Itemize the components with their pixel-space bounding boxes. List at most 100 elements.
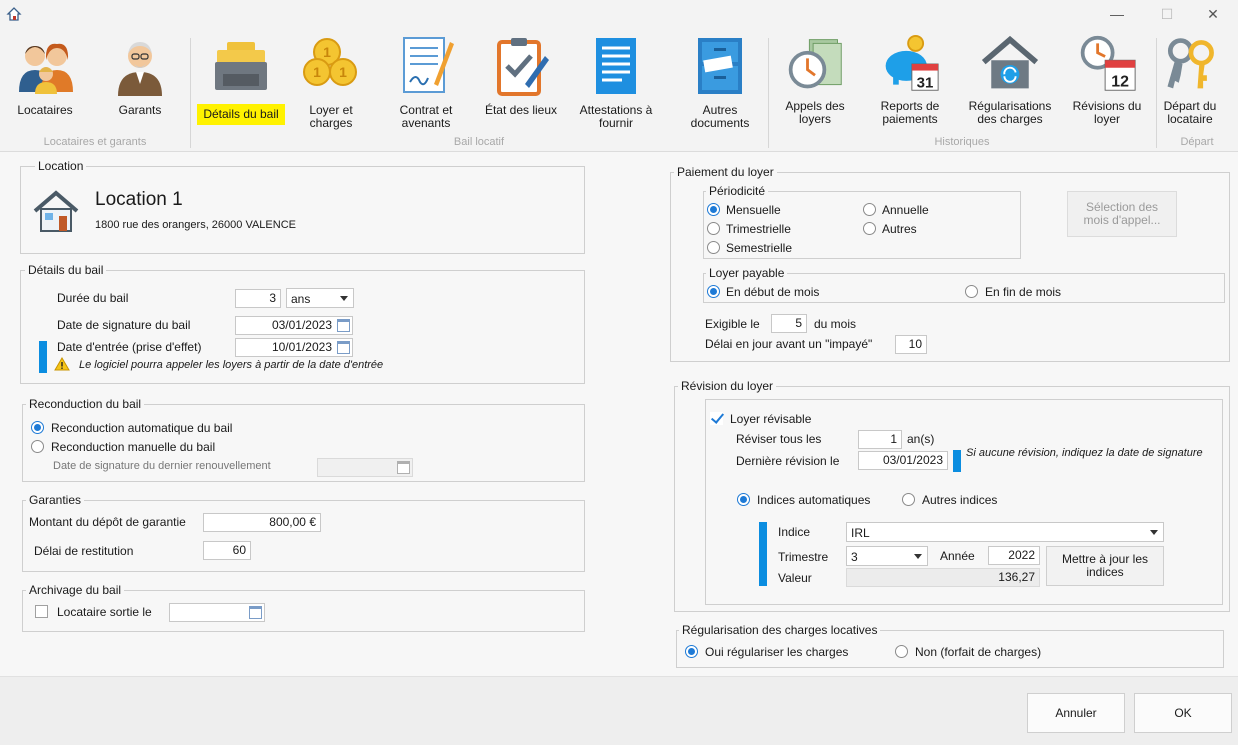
annuelle-radio[interactable] [863, 203, 876, 216]
indices-auto-label: Indices automatiques [757, 493, 871, 507]
ribbon-reports-paiements-button[interactable]: 31 Reports de paiements [874, 34, 946, 126]
debut-mois-radio[interactable] [707, 285, 720, 298]
last-renewal-input[interactable] [317, 458, 413, 477]
close-button[interactable]: ✕ [1190, 0, 1236, 28]
reviser-label: Réviser tous les [736, 432, 822, 446]
calendar-day-text: 31 [917, 74, 934, 91]
signature-date-input[interactable]: 03/01/2023 [235, 316, 353, 335]
ribbon-etat-lieux-label: État des lieux [484, 103, 558, 117]
mettre-a-jour-indices-button[interactable]: Mettre à jour les indices [1046, 546, 1164, 586]
calendar-icon[interactable] [337, 319, 350, 332]
chevron-down-icon [340, 296, 348, 301]
reviser-input[interactable]: 1 [858, 430, 902, 449]
revision-hint: Si aucune révision, indiquez la date de … [966, 447, 1203, 459]
location-address: 1800 rue des orangers, 26000 VALENCE [95, 219, 296, 231]
ribbon-autres-documents-label: Autres documents [690, 103, 750, 130]
cancel-button[interactable]: Annuler [1027, 693, 1125, 733]
info-bar [759, 522, 767, 586]
house-refresh-icon [981, 35, 1039, 89]
ok-button[interactable]: OK [1134, 693, 1232, 733]
archivage-group: Archivage du bail Locataire sortie le [22, 583, 585, 632]
calendar-icon[interactable] [249, 606, 262, 619]
trimestrielle-radio[interactable] [707, 222, 720, 235]
entree-date-value: 10/01/2023 [271, 340, 332, 354]
regulariser-non-radio[interactable] [895, 645, 908, 658]
clock-calendar-icon: 12 [1080, 35, 1136, 91]
indice-select[interactable]: IRL [846, 522, 1164, 542]
fin-mois-radio[interactable] [965, 285, 978, 298]
selection-mois-button[interactable]: Sélection des mois d'appel... [1067, 191, 1177, 237]
locataire-sortie-checkbox[interactable] [35, 605, 48, 618]
ribbon-appels-loyers-label: Appels des loyers [785, 99, 845, 126]
ribbon-etat-lieux-button[interactable]: État des lieux [482, 34, 560, 117]
indice-label: Indice [778, 525, 811, 539]
locataire-sortie-input[interactable] [169, 603, 265, 622]
ribbon-loyer-charges-button[interactable]: 1 1 1 Loyer et charges [298, 34, 364, 130]
coins-icon: 1 1 1 [303, 38, 357, 86]
svg-text:1: 1 [323, 44, 331, 60]
delai-impaye-input[interactable]: 10 [895, 335, 927, 354]
exigible-label: Exigible le [705, 317, 760, 331]
ribbon-revisions-loyer-button[interactable]: 12 Révisions du loyer [1068, 34, 1146, 126]
duree-unit-value: ans [291, 292, 311, 306]
valeur-label: Valeur [778, 571, 812, 585]
ribbon-contrat-button[interactable]: Contrat et avenants [392, 34, 460, 130]
ribbon-toolbar: Locataires Garants Détails du bail 1 1 1 [0, 28, 1238, 152]
mensuelle-radio[interactable] [707, 203, 720, 216]
ribbon-details-bail-button[interactable]: Détails du bail [190, 34, 292, 125]
locataire-sortie-label: Locataire sortie le [57, 605, 152, 619]
maximize-button[interactable]: ☐ [1144, 0, 1190, 28]
autres-periodicite-radio[interactable] [863, 222, 876, 235]
entree-date-input[interactable]: 10/01/2023 [235, 338, 353, 357]
semestrielle-radio[interactable] [707, 241, 720, 254]
periodicite-title: Périodicité [706, 184, 769, 198]
ribbon-attestations-label: Attestations à fournir [579, 103, 653, 130]
calendar-icon[interactable] [397, 461, 410, 474]
ribbon-attestations-button[interactable]: Attestations à fournir [574, 34, 658, 130]
duree-unit-select[interactable]: ans [286, 288, 354, 308]
footer-bar: Annuler OK [0, 676, 1238, 745]
ribbon-locataires-button[interactable]: Locataires [10, 34, 80, 117]
ribbon-autres-documents-button[interactable]: Autres documents [686, 34, 754, 130]
regulariser-non-label: Non (forfait de charges) [915, 645, 1042, 659]
regulariser-oui-radio[interactable] [685, 645, 698, 658]
regularisation-group: Régularisation des charges locatives Oui… [676, 623, 1224, 668]
minimize-button[interactable]: — [1094, 0, 1140, 28]
last-renewal-label: Date de signature du dernier renouvellem… [53, 460, 271, 472]
loyer-revisable-checkbox[interactable] [710, 412, 723, 425]
du-mois-label: du mois [814, 317, 857, 331]
ribbon-depart-button[interactable]: Départ du locataire [1158, 34, 1222, 126]
derniere-revision-input[interactable]: 03/01/2023 [858, 451, 948, 470]
trimestre-label: Trimestre [778, 550, 829, 564]
delai-restitution-input[interactable]: 60 [203, 541, 251, 560]
reconduction-auto-radio[interactable] [31, 421, 44, 434]
duree-input[interactable]: 3 [235, 289, 281, 308]
contract-icon [403, 37, 454, 93]
exigible-input[interactable]: 5 [771, 314, 807, 333]
checklist-icon [497, 38, 549, 96]
garanties-group: Garanties Montant du dépôt de garantie 8… [22, 493, 585, 572]
delai-restitution-label: Délai de restitution [34, 544, 134, 558]
indices-auto-radio[interactable] [737, 493, 750, 506]
autres-indices-radio[interactable] [902, 493, 915, 506]
chevron-down-icon [1150, 530, 1158, 535]
reconduction-auto-label: Reconduction automatique du bail [51, 421, 233, 435]
svg-text:1: 1 [339, 64, 347, 80]
location-name: Location 1 [95, 189, 183, 210]
semestrielle-label: Semestrielle [726, 241, 793, 255]
guarantor-icon [118, 42, 162, 96]
depot-input[interactable]: 800,00 € [203, 513, 321, 532]
document-icon [596, 38, 636, 94]
annee-input[interactable]: 2022 [988, 546, 1040, 565]
ribbon-garants-button[interactable]: Garants [105, 34, 175, 117]
signature-date-value: 03/01/2023 [271, 318, 332, 332]
ribbon-locataires-label: Locataires [17, 103, 73, 117]
annee-label: Année [940, 549, 975, 563]
reconduction-manual-radio[interactable] [31, 440, 44, 453]
trimestre-select[interactable]: 3 [846, 546, 928, 566]
reconduction-group: Reconduction du bail Reconduction automa… [22, 397, 585, 482]
ribbon-regularisations-button[interactable]: Régularisations des charges [962, 34, 1058, 126]
ribbon-appels-loyers-button[interactable]: Appels des loyers [780, 34, 850, 126]
ribbon-regularisations-label: Régularisations des charges [968, 99, 1052, 126]
calendar-icon[interactable] [337, 341, 350, 354]
